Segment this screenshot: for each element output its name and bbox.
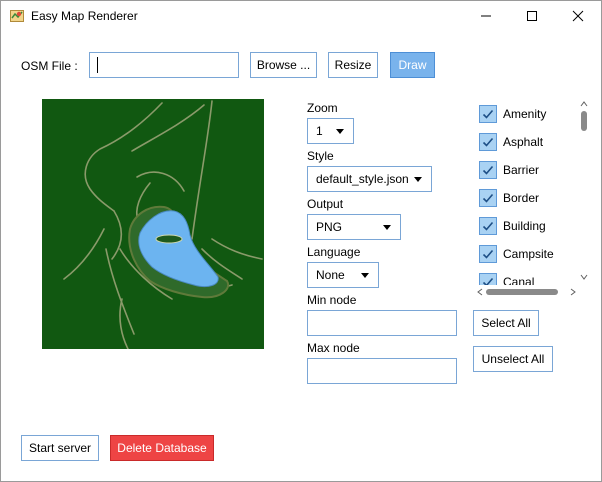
layer-item-amenity[interactable]: Amenity xyxy=(479,104,579,124)
checkmark-icon xyxy=(482,193,494,203)
layer-label: Asphalt xyxy=(503,135,544,149)
max-node-label: Max node xyxy=(307,341,360,355)
checkmark-icon xyxy=(482,249,494,259)
close-icon xyxy=(572,10,584,22)
vertical-scrollbar[interactable] xyxy=(577,99,591,287)
checkbox[interactable] xyxy=(479,217,497,235)
map-preview xyxy=(42,99,264,349)
checkbox[interactable] xyxy=(479,245,497,263)
title-bar: Easy Map Renderer xyxy=(1,1,601,31)
minimize-icon xyxy=(481,15,491,17)
close-button[interactable] xyxy=(555,1,601,31)
checkbox[interactable] xyxy=(479,133,497,151)
chevron-down-icon xyxy=(361,273,369,278)
horizontal-scrollbar[interactable] xyxy=(475,285,579,299)
checkmark-icon xyxy=(482,165,494,175)
select-all-button[interactable]: Select All xyxy=(473,310,539,336)
chevron-down-icon xyxy=(414,177,422,182)
delete-database-button[interactable]: Delete Database xyxy=(110,435,214,461)
browse-button[interactable]: Browse ... xyxy=(250,52,317,78)
layer-label: Border xyxy=(503,191,540,205)
osm-file-input[interactable] xyxy=(89,52,239,78)
zoom-label: Zoom xyxy=(307,101,338,115)
checkmark-icon xyxy=(482,109,494,119)
start-server-button[interactable]: Start server xyxy=(21,435,99,461)
chevron-down-icon xyxy=(383,225,391,230)
layer-label: Amenity xyxy=(503,107,547,121)
resize-button[interactable]: Resize xyxy=(328,52,378,78)
style-select[interactable]: default_style.json xyxy=(307,166,432,192)
layer-item-barrier[interactable]: Barrier xyxy=(479,160,579,180)
layer-label: Campsite xyxy=(503,247,554,261)
checkbox[interactable] xyxy=(479,161,497,179)
map-app-icon xyxy=(10,10,24,22)
checkmark-icon xyxy=(482,221,494,231)
checkmark-icon xyxy=(482,137,494,147)
draw-button[interactable]: Draw xyxy=(390,52,435,78)
main-window: Easy Map Renderer OSM File : Browse ... … xyxy=(0,0,602,482)
output-select[interactable]: PNG xyxy=(307,214,401,240)
style-value: default_style.json xyxy=(316,172,409,186)
min-node-input[interactable] xyxy=(307,310,457,336)
zoom-value: 1 xyxy=(316,124,323,138)
max-node-input[interactable] xyxy=(307,358,457,384)
minimize-button[interactable] xyxy=(463,1,509,31)
unselect-all-button[interactable]: Unselect All xyxy=(473,346,553,372)
window-title: Easy Map Renderer xyxy=(31,9,138,23)
output-label: Output xyxy=(307,197,344,211)
osm-file-label: OSM File : xyxy=(21,59,78,73)
maximize-button[interactable] xyxy=(509,1,555,31)
layer-label: Building xyxy=(503,219,546,233)
language-value: None xyxy=(316,268,345,282)
language-select[interactable]: None xyxy=(307,262,379,288)
checkbox[interactable] xyxy=(479,189,497,207)
output-value: PNG xyxy=(316,220,343,234)
layer-checklist[interactable]: Amenity Asphalt Barrier Border Building … xyxy=(475,99,591,299)
style-label: Style xyxy=(307,149,334,163)
language-label: Language xyxy=(307,245,361,259)
chevron-down-icon xyxy=(336,129,344,134)
checkbox[interactable] xyxy=(479,105,497,123)
layer-item-asphalt[interactable]: Asphalt xyxy=(479,132,579,152)
min-node-label: Min node xyxy=(307,293,357,307)
layer-item-border[interactable]: Border xyxy=(479,188,579,208)
layer-item-campsite[interactable]: Campsite xyxy=(479,244,579,264)
layer-item-building[interactable]: Building xyxy=(479,216,579,236)
scroll-thumb[interactable] xyxy=(581,111,587,131)
text-caret xyxy=(97,57,98,73)
scroll-thumb[interactable] xyxy=(486,289,558,295)
layer-label: Barrier xyxy=(503,163,540,177)
maximize-icon xyxy=(527,11,537,21)
zoom-select[interactable]: 1 xyxy=(307,118,354,144)
